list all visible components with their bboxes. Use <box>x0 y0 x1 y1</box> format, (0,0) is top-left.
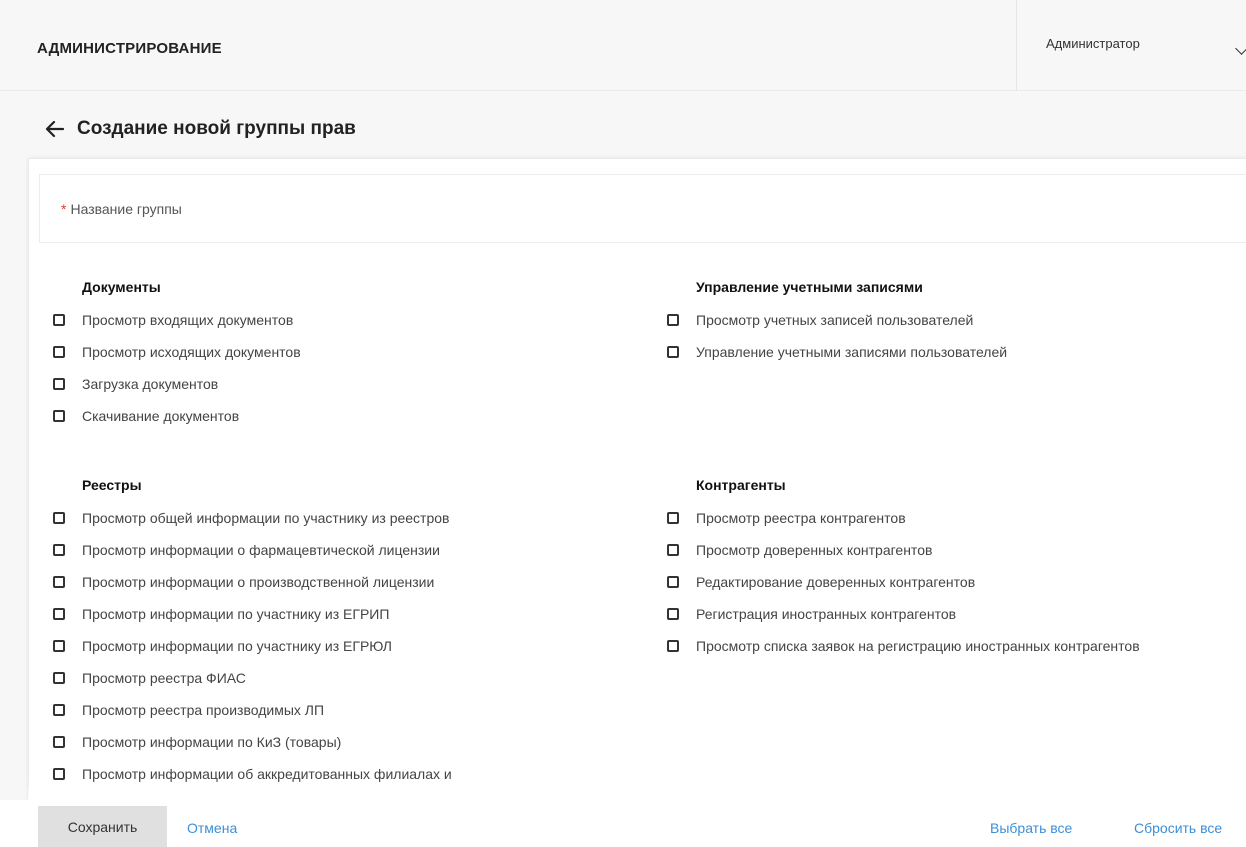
registries-list: Просмотр общей информации по участнику и… <box>29 502 452 790</box>
permission-item[interactable]: Скачивание документов <box>29 400 301 432</box>
back-arrow-icon[interactable] <box>45 119 65 139</box>
cancel-link[interactable]: Отмена <box>187 820 237 836</box>
section-documents-title: Документы <box>82 279 161 295</box>
checkbox[interactable] <box>667 640 679 652</box>
permissions-card: * Название группы Документы Просмотр вход… <box>28 158 1246 847</box>
chevron-down-icon[interactable] <box>1235 42 1246 55</box>
checkbox[interactable] <box>53 672 65 684</box>
checkbox[interactable] <box>53 544 65 556</box>
permission-item[interactable]: Просмотр информации о фармацевтической л… <box>29 534 452 566</box>
permission-label: Просмотр реестра контрагентов <box>696 510 906 526</box>
section-registries-title: Реестры <box>82 477 142 493</box>
section-contractors-title: Контрагенты <box>696 477 786 493</box>
contractors-list: Просмотр реестра контрагентов Просмотр до… <box>643 502 1140 662</box>
checkbox[interactable] <box>53 346 65 358</box>
permission-label: Просмотр доверенных контрагентов <box>696 542 933 558</box>
permission-item[interactable]: Просмотр реестра контрагентов <box>643 502 1140 534</box>
permission-item[interactable]: Просмотр списка заявок на регистрацию ин… <box>643 630 1140 662</box>
checkbox[interactable] <box>667 544 679 556</box>
permission-label: Просмотр учетных записей пользователей <box>696 312 974 328</box>
permission-item[interactable]: Просмотр реестра ФИАС <box>29 662 452 694</box>
user-menu[interactable]: Администратор <box>1016 0 1246 91</box>
section-registries: Реестры Просмотр общей информации по уча… <box>29 477 452 790</box>
permission-label: Регистрация иностранных контрагентов <box>696 606 957 622</box>
page-header: Создание новой группы прав <box>45 116 356 142</box>
group-name-input[interactable] <box>40 175 1246 242</box>
permission-label: Просмотр исходящих документов <box>82 344 301 360</box>
checkbox[interactable] <box>667 314 679 326</box>
checkbox[interactable] <box>53 314 65 326</box>
checkbox[interactable] <box>53 736 65 748</box>
permission-label: Редактирование доверенных контрагентов <box>696 574 976 590</box>
permission-item[interactable]: Просмотр доверенных контрагентов <box>643 534 1140 566</box>
permission-label: Просмотр реестра ФИАС <box>82 670 246 686</box>
permission-label: Просмотр информации по участнику из ЕГРЮ… <box>82 638 392 654</box>
permission-item[interactable]: Просмотр информации по КиЗ (товары) <box>29 726 452 758</box>
permission-label: Просмотр информации о фармацевтической л… <box>82 542 440 558</box>
permission-item[interactable]: Просмотр реестра производимых ЛП <box>29 694 452 726</box>
permission-item[interactable]: Редактирование доверенных контрагентов <box>643 566 1140 598</box>
permission-label: Просмотр входящих документов <box>82 312 294 328</box>
user-name: Администратор <box>1046 36 1140 51</box>
reset-all-link[interactable]: Сбросить все <box>1134 820 1222 836</box>
section-documents: Документы Просмотр входящих документов Пр… <box>29 279 301 432</box>
permission-item[interactable]: Просмотр информации по участнику из ЕГРИ… <box>29 598 452 630</box>
permission-item[interactable]: Просмотр общей информации по участнику и… <box>29 502 452 534</box>
permission-item[interactable]: Регистрация иностранных контрагентов <box>643 598 1140 630</box>
documents-list: Просмотр входящих документов Просмотр исх… <box>29 304 301 432</box>
permission-label: Скачивание документов <box>82 408 240 424</box>
checkbox[interactable] <box>53 576 65 588</box>
section-accounts-title: Управление учетными записями <box>696 279 923 295</box>
select-all-link[interactable]: Выбрать все <box>990 820 1072 836</box>
action-bar: Сохранить Отмена Выбрать все Сбросить вс… <box>0 800 1246 847</box>
checkbox[interactable] <box>667 608 679 620</box>
permission-label: Просмотр реестра производимых ЛП <box>82 702 325 718</box>
permission-label: Просмотр общей информации по участнику и… <box>82 510 450 526</box>
accounts-list: Просмотр учетных записей пользователей Уп… <box>643 304 1007 368</box>
checkbox[interactable] <box>53 640 65 652</box>
section-accounts: Управление учетными записями Просмотр уч… <box>643 279 1007 368</box>
checkbox[interactable] <box>53 704 65 716</box>
permission-label: Просмотр информации по КиЗ (товары) <box>82 734 342 750</box>
section-contractors: Контрагенты Просмотр реестра контрагенто… <box>643 477 1140 662</box>
group-name-field[interactable]: * Название группы <box>39 174 1246 243</box>
checkbox[interactable] <box>667 346 679 358</box>
permission-item[interactable]: Просмотр информации по участнику из ЕГРЮ… <box>29 630 452 662</box>
app-header: АДМИНИСТРИРОВАНИЕ Администратор <box>0 0 1246 91</box>
page-title: Создание новой группы прав <box>77 118 356 139</box>
permission-label: Загрузка документов <box>82 376 219 392</box>
checkbox[interactable] <box>53 410 65 422</box>
permission-item[interactable]: Просмотр входящих документов <box>29 304 301 336</box>
permission-item[interactable]: Загрузка документов <box>29 368 301 400</box>
permission-item[interactable]: Просмотр учетных записей пользователей <box>643 304 1007 336</box>
permission-label: Просмотр информации о производственной л… <box>82 574 435 590</box>
permission-label: Управление учетными записями пользовател… <box>696 344 1008 360</box>
checkbox[interactable] <box>53 378 65 390</box>
checkbox[interactable] <box>53 768 65 780</box>
checkbox[interactable] <box>53 608 65 620</box>
permission-item[interactable]: Просмотр информации о производственной л… <box>29 566 452 598</box>
permission-label: Просмотр информации по участнику из ЕГРИ… <box>82 606 390 622</box>
checkbox[interactable] <box>667 512 679 524</box>
permission-item[interactable]: Управление учетными записями пользовател… <box>643 336 1007 368</box>
permission-item[interactable]: Просмотр исходящих документов <box>29 336 301 368</box>
checkbox[interactable] <box>667 576 679 588</box>
checkbox[interactable] <box>53 512 65 524</box>
permission-label: Просмотр списка заявок на регистрацию ин… <box>696 638 1140 654</box>
save-button[interactable]: Сохранить <box>38 806 167 847</box>
scroll-fade <box>28 780 628 800</box>
section-title: АДМИНИСТРИРОВАНИЕ <box>37 40 222 57</box>
